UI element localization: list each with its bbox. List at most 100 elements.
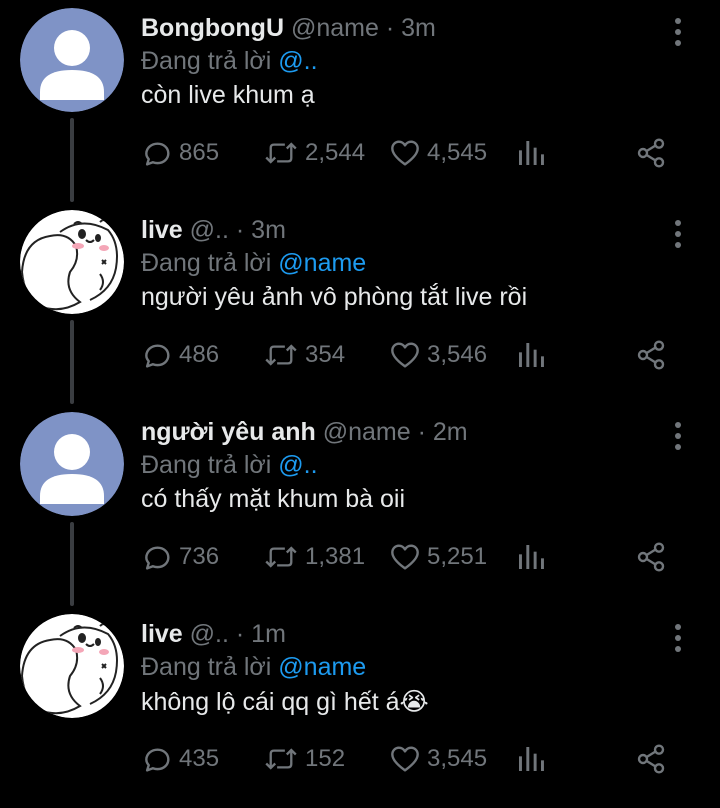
reply-icon [141,137,173,169]
separator: · [235,620,245,648]
reply-button[interactable]: 736 [141,535,219,579]
like-button[interactable]: 4,545 [389,131,487,175]
like-count: 4,545 [427,139,488,166]
replying-to: Đang trả lời @name [141,249,366,278]
views-button[interactable] [515,333,547,377]
thread-connector [70,320,74,404]
handle[interactable]: @name [323,418,411,446]
retweet-icon [263,541,299,573]
cartoon-avatar-icon [20,614,124,718]
like-count: 3,545 [427,745,488,772]
action-bar: 736 1,381 5,251 [141,535,681,579]
reply-icon [141,339,173,371]
dot [675,29,681,35]
dot [675,646,681,652]
handle[interactable]: @name [291,14,379,42]
views-chart-icon [515,137,547,169]
like-button[interactable]: 5,251 [389,535,487,579]
more-options-button[interactable] [666,618,690,658]
heart-icon [389,339,421,371]
share-button[interactable] [635,333,667,377]
action-bar: 486 354 3,546 [141,333,681,377]
avatar[interactable] [20,614,124,718]
views-chart-icon [515,339,547,371]
retweet-button[interactable]: 152 [263,737,345,781]
views-button[interactable] [515,131,547,175]
mention-link[interactable]: @.. [278,451,317,479]
tweet[interactable]: live @.. · 3m Đang trả lời @name người y… [0,202,720,404]
retweet-icon [263,743,299,775]
handle[interactable]: @.. [190,620,229,648]
timestamp[interactable]: 2m [433,418,468,446]
heart-icon [389,137,421,169]
dot [675,220,681,226]
reply-button[interactable]: 865 [141,131,219,175]
dot [675,433,681,439]
dot [675,635,681,641]
tweet-text: không lộ cái qq gì hết á😭 [141,688,429,716]
tweet-text: còn live khum ạ [141,81,315,109]
dot [675,40,681,46]
reply-button[interactable]: 435 [141,737,219,781]
share-icon [635,339,667,371]
heart-icon [389,541,421,573]
reply-thread: BongbongU @name · 3m Đang trả lời @.. cò… [0,0,720,801]
mention-link[interactable]: @.. [278,47,317,75]
mention-link[interactable]: @name [278,249,366,277]
avatar[interactable] [20,210,124,314]
avatar[interactable] [20,8,124,112]
more-options-button[interactable] [666,214,690,254]
retweet-count: 2,544 [305,139,366,166]
tweet[interactable]: người yêu anh @name · 2m Đang trả lời @.… [0,404,720,606]
like-count: 3,546 [427,341,488,368]
avatar[interactable] [20,412,124,516]
reply-count: 435 [179,745,220,772]
timestamp[interactable]: 3m [401,14,436,42]
retweet-button[interactable]: 2,544 [263,131,365,175]
retweet-icon [263,339,299,371]
mention-link[interactable]: @name [278,653,366,681]
timestamp[interactable]: 3m [251,216,286,244]
more-options-button[interactable] [666,12,690,52]
thread-connector [70,522,74,606]
views-chart-icon [515,541,547,573]
cartoon-avatar-icon [20,210,124,314]
retweet-count: 354 [305,341,346,368]
separator: · [417,418,426,446]
share-icon [635,743,667,775]
retweet-count: 1,381 [305,543,366,570]
tweet[interactable]: live @.. · 1m Đang trả lời @name không l… [0,606,720,808]
display-name[interactable]: live [141,620,183,648]
share-button[interactable] [635,535,667,579]
display-name[interactable]: live [141,216,183,244]
tweet-text: có thấy mặt khum bà oii [141,485,406,513]
dot [675,18,681,24]
retweet-button[interactable]: 1,381 [263,535,365,579]
share-button[interactable] [635,131,667,175]
handle[interactable]: @.. [190,216,229,244]
views-button[interactable] [515,737,547,781]
reply-button[interactable]: 486 [141,333,219,377]
reply-icon [141,541,173,573]
thread-connector [70,118,74,202]
action-bar: 435 152 3,545 [141,737,681,781]
like-button[interactable]: 3,545 [389,737,487,781]
separator: · [235,216,245,244]
views-button[interactable] [515,535,547,579]
timestamp[interactable]: 1m [251,620,286,648]
replying-to: Đang trả lời @.. [141,451,318,480]
dot [675,242,681,248]
reply-count: 865 [179,139,220,166]
tweet[interactable]: BongbongU @name · 3m Đang trả lời @.. cò… [0,0,720,202]
display-name[interactable]: người yêu anh [141,418,316,446]
retweet-icon [263,137,299,169]
more-options-button[interactable] [666,416,690,456]
share-button[interactable] [635,737,667,781]
replying-prefix: Đang trả lời [141,249,272,277]
dot [675,422,681,428]
default-avatar-icon [20,8,124,112]
replying-prefix: Đang trả lời [141,47,272,75]
retweet-button[interactable]: 354 [263,333,345,377]
display-name[interactable]: BongbongU [141,14,284,42]
like-button[interactable]: 3,546 [389,333,487,377]
